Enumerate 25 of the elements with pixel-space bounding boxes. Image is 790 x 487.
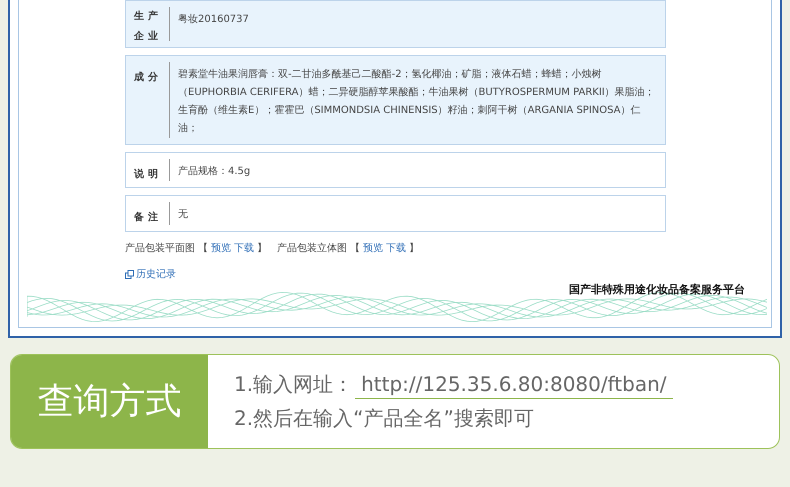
image-label: 产品包装立体图 <box>277 242 347 255</box>
bracket: 【 <box>350 242 360 255</box>
link[interactable]: 下载 <box>386 241 406 255</box>
bracket: 【 <box>198 242 208 255</box>
step-text: 2.然后在输入“产品全名”搜索即可 <box>234 405 534 432</box>
bracket: 】 <box>409 242 419 255</box>
image-label: 产品包装平面图 <box>125 242 195 255</box>
link[interactable]: 预览 <box>211 241 231 255</box>
history-link[interactable]: 历史记录 <box>136 267 176 281</box>
window-icon <box>125 270 134 278</box>
field-value: 碧素堂牛油果润唇膏：双-二甘油多酰基己二酸酯-2；氢化椰油；矿脂；液体石蜡；蜂蜡；小烛树（EUPHORBIA CERIFERA）蜡；二异硬脂醇苹果酸酯；牛油果树（BUTYROSPERMUM PARKII）果脂油；生育酚（维生素E）；霍霍巴（SIMMONDSIA CHINENSIS）籽油；刺阿干树（ARGANIA SPINOSA）仁油； <box>177 68 656 136</box>
url-text: http://125.35.6.80:8080/ftban/ <box>355 372 673 399</box>
step-text: 1.输入网址： <box>234 371 354 398</box>
field-label: 备注 <box>126 202 170 225</box>
query-title: 查询方式 <box>11 355 208 448</box>
field-label: 生产企业 <box>126 7 170 41</box>
field-label: 成分 <box>126 62 170 138</box>
field-value: 无 <box>177 208 189 222</box>
link[interactable]: 下载 <box>234 241 254 255</box>
bracket: 】 <box>257 242 267 255</box>
field-value: 粤妆20160737 <box>177 12 250 27</box>
field-value: 产品规格：4.5g <box>177 164 252 179</box>
platform-name: 国产非特殊用途化妆品备案服务平台 <box>569 282 745 297</box>
link[interactable]: 预览 <box>363 241 383 255</box>
field-label: 说明 <box>126 159 170 181</box>
